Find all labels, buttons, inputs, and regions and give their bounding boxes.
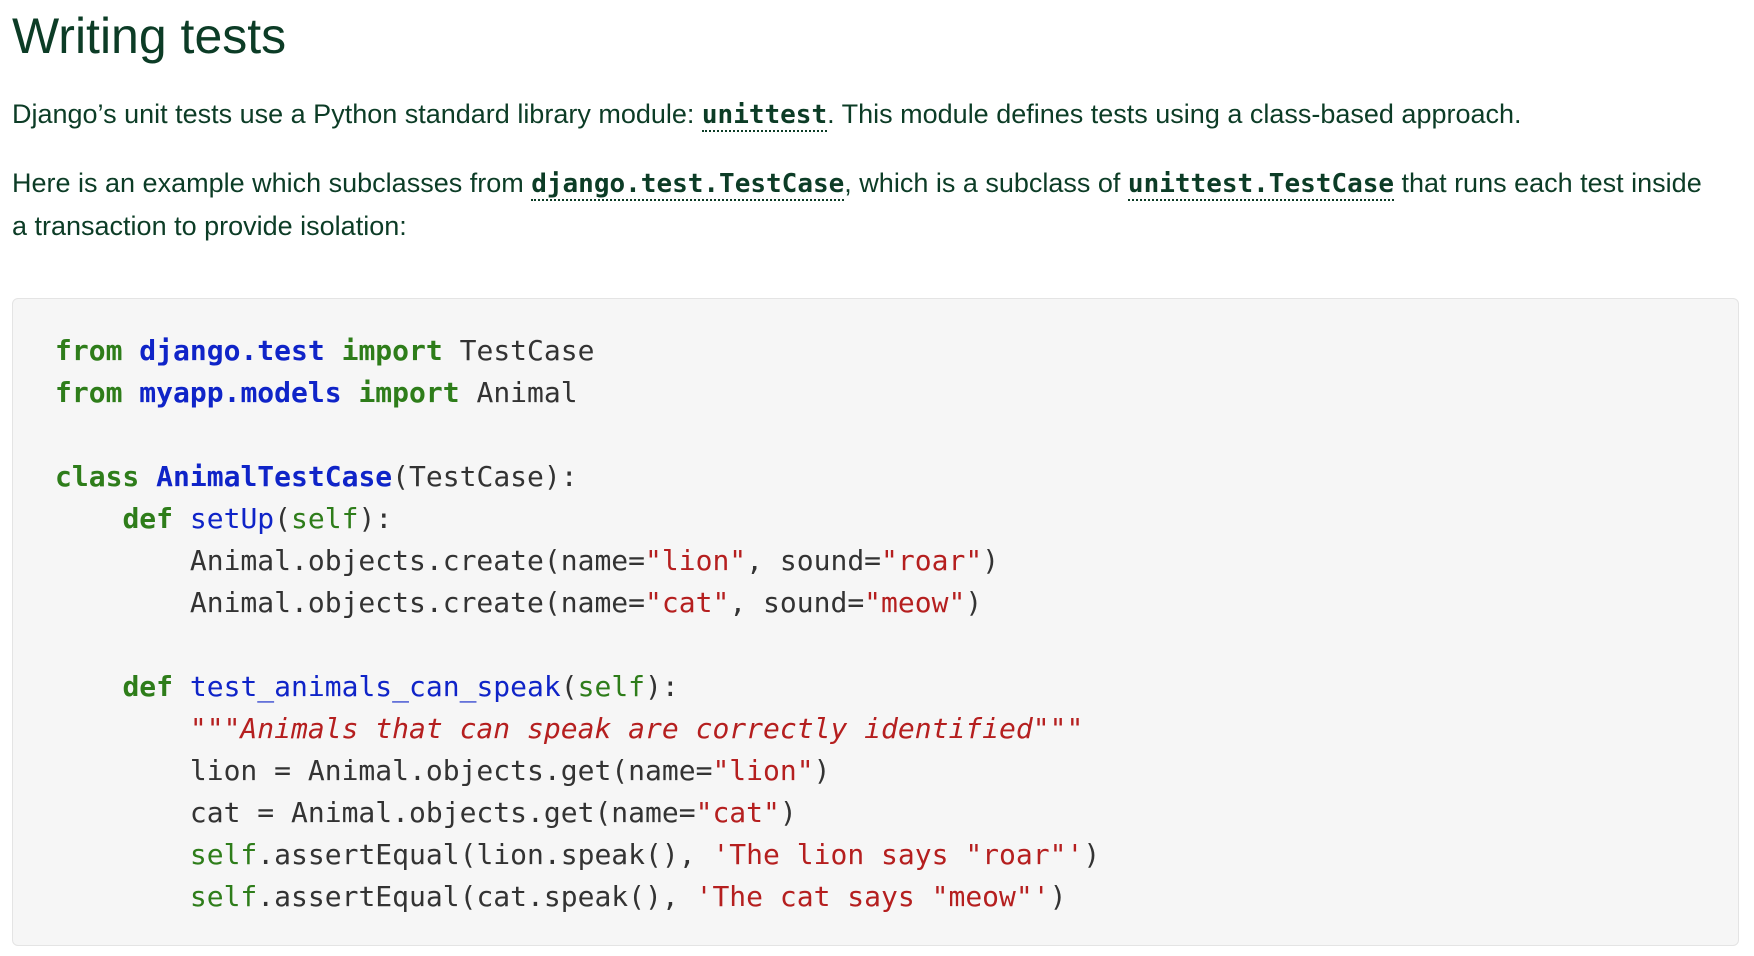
intro-text: Django’s unit tests use a Python standar… [12, 99, 702, 129]
code-module: myapp.models [139, 376, 342, 409]
code-text: , sound= [729, 586, 865, 619]
intro-paragraph-2: Here is an example which subclasses from… [12, 162, 1712, 247]
code-keyword: class [55, 460, 140, 493]
code-self: self [189, 838, 258, 871]
code-text: Animal.objects.create(name= [189, 586, 646, 619]
intro-paragraph-1: Django’s unit tests use a Python standar… [12, 93, 1712, 136]
code-line: Animal.objects.create(name="cat", sound=… [55, 582, 1100, 624]
code-name: Animal [476, 376, 578, 409]
code-string: "cat" [645, 586, 730, 619]
django-testcase-link[interactable]: django.test.TestCase [531, 169, 845, 201]
code-text: ) [965, 586, 983, 619]
code-keyword: import [341, 334, 443, 367]
code-text: ) [813, 754, 831, 787]
code-text: lion = Animal.objects.get(name= [189, 754, 713, 787]
code-keyword: from [55, 376, 123, 409]
code-line: def setUp(self): [55, 498, 1100, 540]
intro-text: , which is a subclass of [844, 168, 1128, 198]
code-name: TestCase [459, 334, 595, 367]
code-text: (TestCase): [392, 460, 578, 493]
code-line: """Animals that can speak are correctly … [55, 708, 1100, 750]
code-line: lion = Animal.objects.get(name="lion") [55, 750, 1100, 792]
code-text: Animal.objects.create(name= [189, 544, 646, 577]
intro-text: Here is an example which subclasses from [12, 168, 532, 198]
code-text: ): [645, 670, 679, 703]
code-text: ): [358, 502, 393, 535]
code-module: django.test [139, 334, 325, 367]
code-line: class AnimalTestCase(TestCase): [55, 456, 1100, 498]
unittest-testcase-link[interactable]: unittest.TestCase [1127, 169, 1395, 201]
code-text: .assertEqual(cat.speak(), [257, 880, 696, 913]
code-line: from django.test import TestCase [55, 330, 1100, 372]
code-text: ( [274, 502, 292, 535]
code-string: "roar" [881, 544, 983, 577]
code-function-name: setUp [189, 502, 275, 535]
code-text: ( [560, 670, 578, 703]
code-string: "lion" [712, 754, 814, 787]
code-keyword: from [55, 334, 123, 367]
section-title: Writing tests [12, 8, 287, 64]
code-keyword: def [122, 670, 174, 703]
code-text: , sound= [746, 544, 882, 577]
code-line: def test_animals_can_speak(self): [55, 666, 1100, 708]
code-self: self [189, 880, 258, 913]
code-function-name: test_animals_can_speak [189, 670, 561, 703]
code-line: self.assertEqual(lion.speak(), 'The lion… [55, 834, 1100, 876]
code-block[interactable]: from django.test import TestCase from mya… [12, 298, 1739, 946]
code-text: cat = Animal.objects.get(name= [189, 796, 696, 829]
unittest-link[interactable]: unittest [701, 100, 828, 132]
code-string: "cat" [695, 796, 780, 829]
code-keyword: import [358, 376, 460, 409]
code-line: self.assertEqual(cat.speak(), 'The cat s… [55, 876, 1100, 918]
code-line: from myapp.models import Animal [55, 372, 1100, 414]
intro-text: . This module defines tests using a clas… [827, 99, 1522, 129]
code-listing: from django.test import TestCase from mya… [55, 330, 1100, 918]
code-line: Animal.objects.create(name="lion", sound… [55, 540, 1100, 582]
code-string: 'The lion says "roar"' [712, 838, 1084, 871]
code-line: cat = Animal.objects.get(name="cat") [55, 792, 1100, 834]
code-text: .assertEqual(lion.speak(), [257, 838, 713, 871]
code-text: ) [982, 544, 1000, 577]
code-string: "meow" [864, 586, 966, 619]
code-string: 'The cat says "meow"' [695, 880, 1050, 913]
code-text: ) [779, 796, 797, 829]
code-self: self [577, 670, 646, 703]
code-class-name: AnimalTestCase [156, 460, 393, 493]
code-self: self [291, 502, 359, 535]
code-docstring: """Animals that can speak are correctly … [189, 712, 1084, 745]
code-text: ) [1083, 838, 1101, 871]
code-string: "lion" [645, 544, 747, 577]
code-keyword: def [122, 502, 174, 535]
code-text: ) [1049, 880, 1067, 913]
